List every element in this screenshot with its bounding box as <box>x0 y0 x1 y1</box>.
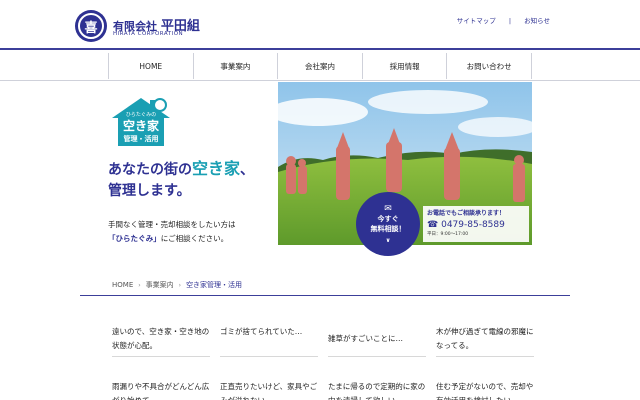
consult-line2: 無料相談！ <box>370 225 406 233</box>
nav-divider <box>0 80 640 81</box>
desc-highlight: 「ひらたぐみ」 <box>108 234 161 243</box>
headline-part3: 管理します。 <box>108 183 191 199</box>
badge-sub-text: 管理・活用 <box>124 134 159 143</box>
breadcrumb: HOME › 事業案内 › 空き家管理・活用 <box>112 280 242 290</box>
concern-card: 遠いので、空き家・空き地の状態が心配。 <box>112 327 210 350</box>
sitemap-link[interactable]: サイトマップ <box>457 17 496 25</box>
concern-card: たまに帰るので定期的に家の中を清掃して欲しい… <box>328 382 426 400</box>
concern-card: ゴミが捨てられていた… <box>220 327 303 336</box>
concern-card: 住む予定がないので、売却や有効活用を検討したい。 <box>436 382 534 400</box>
envelope-icon: ✉ <box>384 204 392 214</box>
desc-line2: にご相談ください。 <box>160 234 229 243</box>
nav-item-home[interactable]: HOME <box>109 53 194 79</box>
site-header: 喜 有限会社 平田組 HIRATA CORPORATION サイトマップ | お… <box>0 0 640 50</box>
company-logo[interactable]: 喜 <box>75 10 107 42</box>
desc-line1: 手間なく管理・売却相談をしたい方は <box>108 220 236 229</box>
headline-accent: 空き家 <box>192 159 241 178</box>
breadcrumb-home[interactable]: HOME <box>112 281 133 289</box>
hero-headline: あなたの街の空き家、 管理します。 <box>108 158 283 202</box>
breadcrumb-arrow-icon: › <box>138 282 141 289</box>
chevron-down-icon: ∨ <box>385 237 391 244</box>
akiya-house-badge: ひらたぐみの 空き家 管理・活用 <box>112 98 170 146</box>
news-link[interactable]: お知らせ <box>524 17 550 25</box>
utility-links: サイトマップ | お知らせ <box>455 15 552 25</box>
headline-part2: 、 <box>240 162 255 178</box>
card-divider <box>436 356 534 357</box>
logo-char: 喜 <box>78 13 104 39</box>
card-divider <box>220 356 318 357</box>
concern-card: 正直売りたいけど、家具やごみが溢れない… <box>220 382 318 400</box>
consult-line1: 今すぐ <box>377 215 399 223</box>
badge-main-text: 空き家 <box>123 118 160 133</box>
phone-number[interactable]: ☎ 0479-85-8589 <box>427 220 525 230</box>
card-divider <box>328 356 426 357</box>
concern-card: 雨漏りや不具合がどんどん広がり始めて… <box>112 382 210 400</box>
company-english-name: HIRATA CORPORATION <box>113 31 184 37</box>
breadcrumb-business[interactable]: 事業案内 <box>146 281 174 289</box>
breadcrumb-arrow-icon: › <box>178 282 182 289</box>
phone-number-text: 0479-85-8589 <box>441 220 505 230</box>
header-divider <box>0 48 640 50</box>
nav-item-company[interactable]: 会社案内 <box>278 53 363 79</box>
nav-item-recruit[interactable]: 採用情報 <box>363 53 448 79</box>
nav-item-contact[interactable]: お問い合わせ <box>447 53 532 79</box>
headline-part1: あなたの街の <box>108 162 192 178</box>
phone-contact-box: お電話でもご相談承ります！ ☎ 0479-85-8589 平日：9:00〜17:… <box>423 206 529 242</box>
nav-item-business[interactable]: 事業案内 <box>194 53 279 79</box>
badge-top-text: ひらたぐみの <box>126 112 156 118</box>
free-consult-button[interactable]: ✉ 今すぐ 無料相談！ ∨ <box>356 192 420 256</box>
hero-text-block: ひらたぐみの 空き家 管理・活用 あなたの街の空き家、 管理します。 手間なく管… <box>108 82 278 247</box>
concern-card: 雑草がすごいことに… <box>328 334 403 343</box>
phone-icon: ☎ <box>427 220 439 230</box>
phone-lead: お電話でもご相談承ります！ <box>427 210 506 217</box>
hero-description: 手間なく管理・売却相談をしたい方は 「ひらたぐみ」にご相談ください。 <box>108 218 278 246</box>
global-nav: HOME 事業案内 会社案内 採用情報 お問い合わせ <box>108 53 532 79</box>
link-separator: | <box>508 17 512 25</box>
business-hours: 平日：9:00〜17:00 <box>427 232 469 237</box>
card-divider <box>112 356 210 357</box>
breadcrumb-current: 空き家管理・活用 <box>186 281 243 289</box>
breadcrumb-divider <box>80 295 570 296</box>
concern-card: 木が伸び過ぎて電線の邪魔になってる。 <box>436 327 534 350</box>
